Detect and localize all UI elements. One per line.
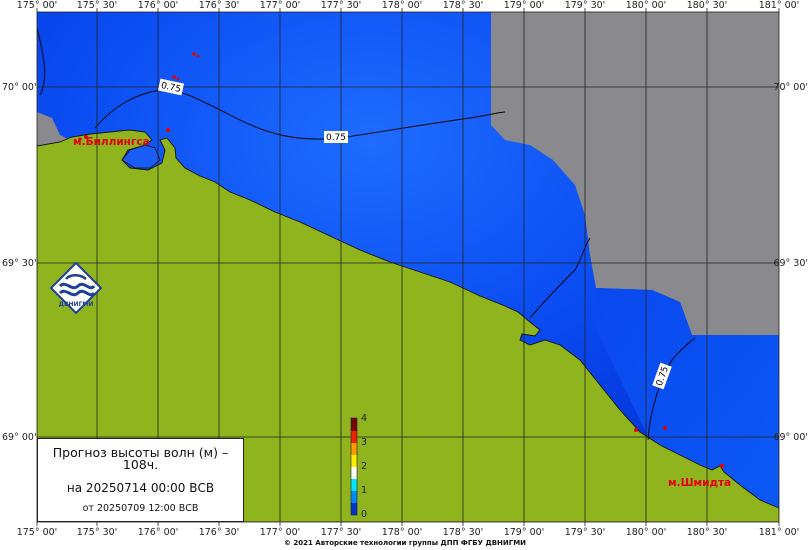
lon-labels-top: 175° 00' 175° 30' 176° 00' 176° 30' 177°… [17,0,800,11]
lon-label: 176° 30' [199,527,240,538]
lon-label: 180° 30' [687,0,728,11]
lon-label: 176° 00' [138,0,179,11]
lat-label: 69° 00' [2,432,37,443]
copyright-footer: © 2021 Авторские технологии группы ДПП Ф… [283,539,527,547]
colorbar-tick: 1 [361,485,367,496]
lat-label: 70° 00' [773,82,808,93]
lon-label: 180° 00' [626,527,667,538]
lat-label: 69° 30' [2,258,37,269]
lon-label: 178° 00' [382,0,423,11]
lon-label: 178° 30' [443,0,484,11]
forecast-valid-time: на 20250714 00:00 ВСВ [66,481,215,495]
lon-label: 175° 30' [77,527,118,538]
lon-label: 179° 00' [504,0,545,11]
lon-label: 175° 00' [17,527,58,538]
lon-label: 179° 30' [565,0,606,11]
lon-label: 176° 30' [199,0,240,11]
lon-label: 179° 00' [504,527,545,538]
lon-label: 177° 30' [321,0,362,11]
colorbar-tick: 3 [361,437,367,448]
lat-label: 69° 30' [773,258,808,269]
lon-label: 175° 00' [17,0,58,11]
place-name-east: м.Шмидта [668,477,731,489]
place-name-west: м.Биллингса [73,136,150,148]
colorbar-tick: 0 [361,509,367,520]
lon-label: 180° 00' [626,0,667,11]
lon-label: 178° 30' [443,527,484,538]
logo-text: ДВНИГМИ [59,301,94,308]
lon-label: 177° 00' [260,0,301,11]
lon-label: 177° 30' [321,527,362,538]
forecast-legend: Прогноз высоты волн (м) – 108ч. на 20250… [37,438,244,522]
isoline-label-2: 0.75 [324,131,348,143]
lat-label: 69° 00' [773,432,808,443]
lon-label: 179° 30' [565,527,606,538]
lon-label: 180° 30' [687,527,728,538]
lon-labels-bottom: 175° 00' 175° 30' 176° 00' 176° 30' 177°… [17,527,800,538]
lon-label: 177° 00' [260,527,301,538]
forecast-title: Прогноз высоты волн (м) – 108ч. [52,445,229,472]
forecast-issue-time: от 20250709 12:00 ВСВ [82,503,199,514]
lon-label: 175° 30' [77,0,118,11]
lon-label: 178° 00' [382,527,423,538]
colorbar-tick: 4 [361,413,367,424]
colorbar-tick: 2 [361,461,367,472]
lon-label: 181° 00' [759,527,800,538]
lat-label: 70° 00' [2,82,37,93]
isoline-value: 0.75 [326,133,346,143]
lon-label: 181° 00' [759,0,800,11]
institute-logo: ДВНИГМИ [49,261,103,317]
lon-label: 176° 00' [138,527,179,538]
